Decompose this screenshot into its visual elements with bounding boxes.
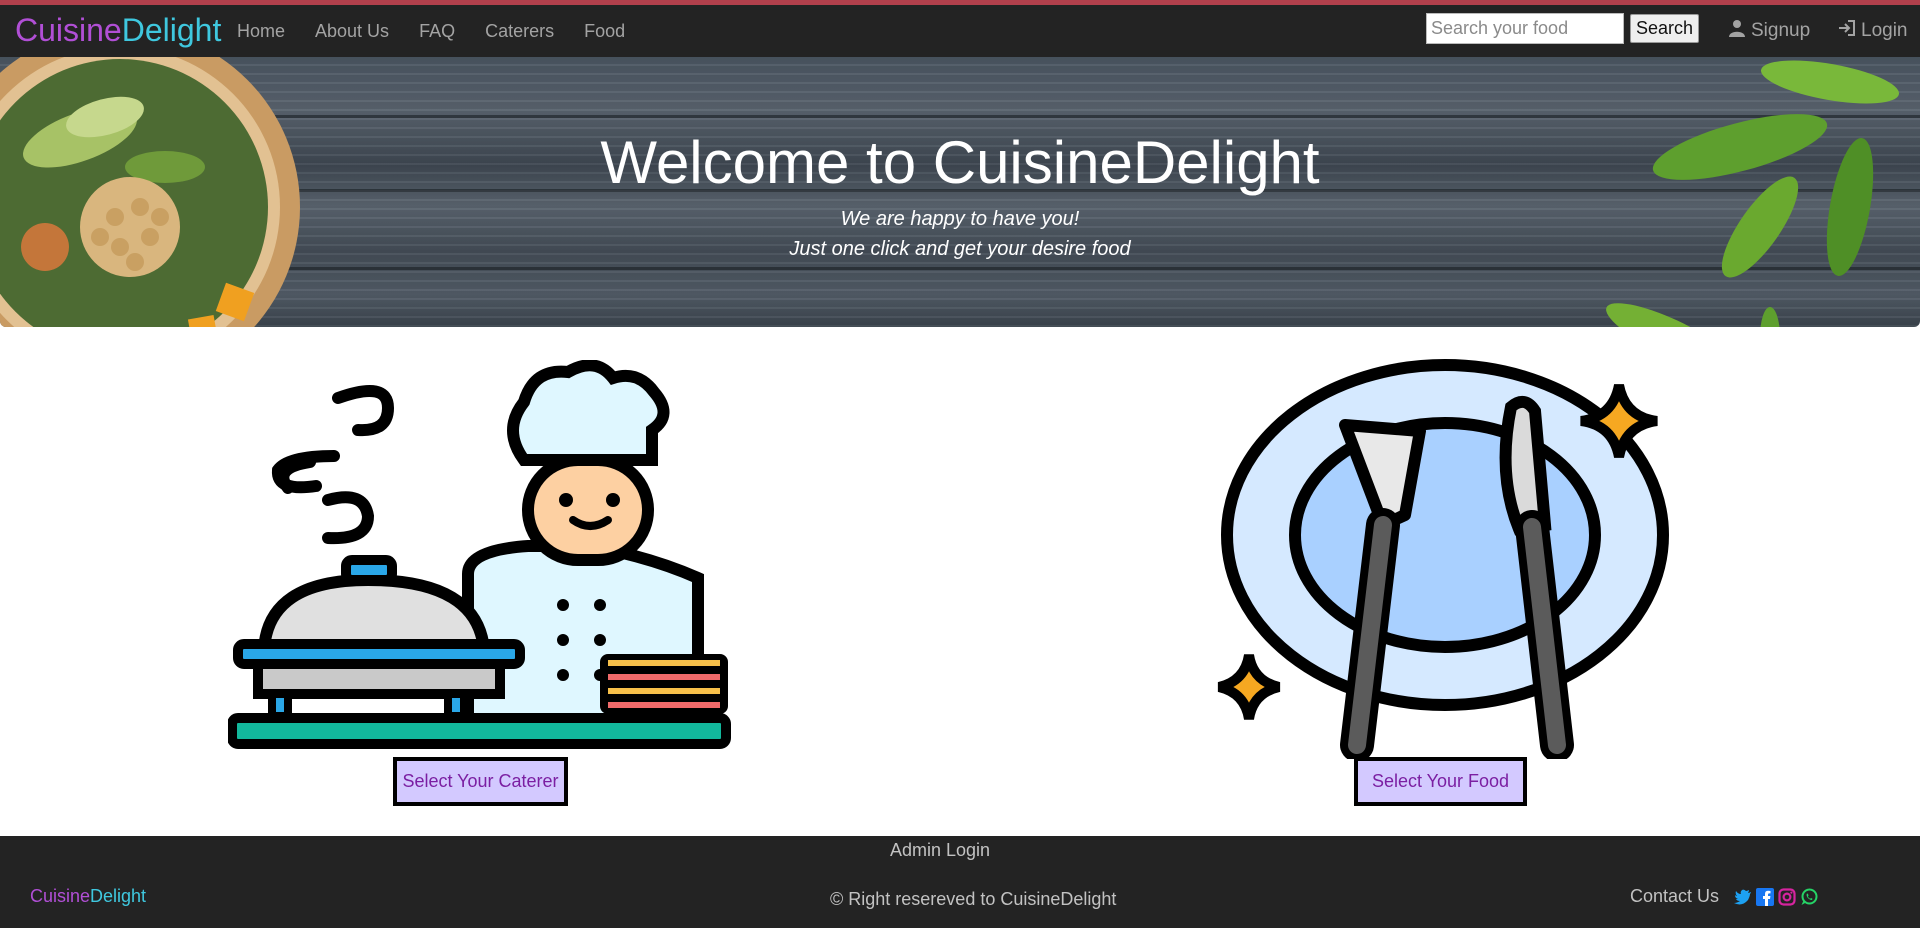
whatsapp-icon[interactable]: [1800, 888, 1818, 906]
hero-subtitle-line2: Just one click and get your desire food: [789, 238, 1131, 260]
footer-brand-part2: Delight: [90, 886, 147, 906]
copyright-text: © Right resereved to CuisineDelight: [830, 889, 1117, 909]
admin-login-link[interactable]: Admin Login: [0, 840, 1880, 861]
chef-illustration[interactable]: [228, 360, 734, 750]
navbar: CuisineDelight Home About Us FAQ Caterer…: [0, 0, 1920, 57]
footer-brand[interactable]: CuisineDelight: [30, 886, 146, 907]
facebook-icon[interactable]: [1756, 888, 1774, 906]
signup-label: Signup: [1751, 20, 1811, 41]
nav-caterers[interactable]: Caterers: [470, 21, 569, 42]
instagram-icon[interactable]: [1778, 888, 1796, 906]
nav-links: Home About Us FAQ Caterers Food: [222, 5, 640, 57]
brand-logo[interactable]: CuisineDelight: [15, 10, 221, 50]
nav-food[interactable]: Food: [569, 21, 640, 42]
select-food-button[interactable]: Select Your Food: [1354, 757, 1527, 806]
footer: Admin Login CuisineDelight © Right reser…: [0, 836, 1920, 928]
select-caterer-button[interactable]: Select Your Caterer: [393, 757, 568, 806]
search-button[interactable]: Search: [1630, 14, 1699, 43]
brand-part1: Cuisine: [15, 12, 122, 48]
login-icon: [1838, 19, 1856, 43]
nav-faq[interactable]: FAQ: [404, 21, 470, 42]
twitter-icon[interactable]: [1734, 888, 1752, 906]
brand-part2: Delight: [121, 12, 222, 48]
signup-link[interactable]: Signup: [1728, 19, 1810, 43]
contact-us-link[interactable]: Contact Us: [1630, 886, 1719, 907]
login-label: Login: [1861, 20, 1908, 41]
plate-illustration[interactable]: [1205, 355, 1675, 759]
footer-brand-part1: Cuisine: [30, 886, 91, 906]
hero-title: Welcome to CuisineDelight: [600, 129, 1320, 196]
hero-subtitle-line1: We are happy to have you!: [840, 208, 1080, 230]
social-icons: [1734, 888, 1818, 906]
login-link[interactable]: Login: [1838, 19, 1908, 43]
hero-banner: Welcome to CuisineDelight We are happy t…: [0, 57, 1920, 327]
nav-about-us[interactable]: About Us: [300, 21, 404, 42]
search-input[interactable]: [1426, 13, 1624, 44]
user-icon: [1728, 19, 1746, 43]
nav-home[interactable]: Home: [222, 21, 300, 42]
